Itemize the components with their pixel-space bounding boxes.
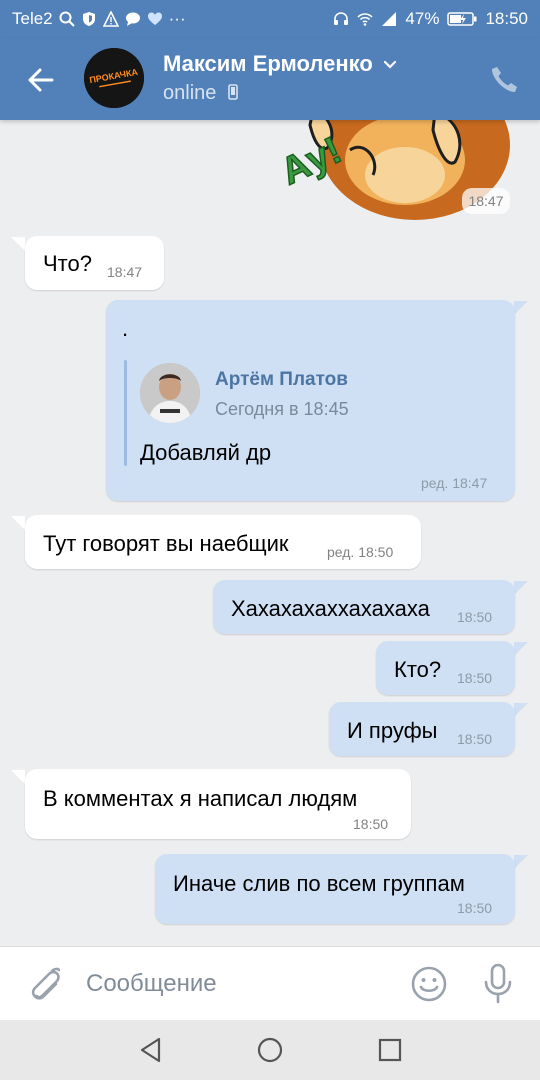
message-time: 18:50 [457,609,493,625]
message-text: Что? [43,251,92,276]
outgoing-message[interactable]: Иначе слив по всем группам 18:50 [155,854,515,924]
message-text: И пруфы [347,718,438,743]
carrier-label: Tele2 [12,9,53,28]
message-time: 18:50 [457,731,493,747]
microphone-icon[interactable] [482,963,514,1005]
warning-icon [102,11,119,27]
avatar-logo-icon: ПРОКАЧКА [84,48,144,108]
search-icon [59,11,75,27]
message-text: . [122,316,129,341]
more-icon: ··· [168,9,186,28]
message-time: ред. 18:50 [327,544,394,560]
contact-status: online [163,82,238,105]
incoming-message[interactable]: Что? 18:47 [25,236,164,290]
mobile-icon [228,84,238,100]
bubble-tail [514,703,528,717]
message-time: 18:50 [353,816,389,832]
battery-percent: 47% [405,9,440,28]
nav-home-icon[interactable] [255,1035,285,1065]
incoming-message[interactable]: В комментах я написал людям 18:50 [25,769,411,839]
message-text: Иначе слив по всем группам [173,871,465,896]
person-avatar-icon [140,363,200,423]
bubble-tail [514,642,528,656]
bubble-tail [514,301,528,315]
message-text: Тут говорят вы наебщик [43,531,289,556]
shield-icon [82,12,95,26]
wifi-icon [357,13,373,26]
battery-icon [447,12,477,26]
message-composer [0,946,540,1020]
outgoing-message[interactable]: Кто? 18:50 [376,641,515,695]
outgoing-message[interactable]: Хахахахаххахахаха 18:50 [213,580,515,634]
bubble-tail [514,581,528,595]
phone-icon[interactable] [488,64,520,96]
bubble-tail [514,855,528,869]
forwarded-text: Добавляй др [140,440,272,465]
contact-avatar[interactable]: ПРОКАЧКА [84,48,144,108]
message-text: В комментах я написал людям [43,786,358,811]
heart-icon [147,12,162,25]
sticker-time: 18:47 [462,188,510,214]
contact-name-text: Максим Ермоленко [163,51,373,76]
bubble-tail [11,770,25,784]
message-time: ред. 18:47 [421,475,488,491]
forward-quote-line [124,360,127,466]
paperclip-icon[interactable] [24,965,60,1003]
chevron-down-icon [383,61,396,69]
bubble-tail [11,516,25,530]
status-bar: Tele2 ··· 47% 18:50 [0,0,540,38]
headset-icon [334,12,349,25]
nav-back-icon[interactable] [136,1035,166,1065]
message-time: 18:47 [107,264,143,280]
message-time: 18:50 [457,670,493,686]
online-label: online [163,82,217,104]
message-time: 18:50 [457,900,493,916]
smile-icon[interactable] [410,965,448,1003]
clock: 18:50 [485,9,528,28]
message-input[interactable] [86,967,386,1001]
back-arrow-icon[interactable] [22,60,62,100]
nav-recents-icon[interactable] [375,1035,405,1065]
message-text: Кто? [394,657,442,682]
forwarded-author-name[interactable]: Артём Платов [215,369,348,391]
system-navigation-bar [0,1020,540,1080]
chat-header: ПРОКАЧКА Максим Ермоленко online [0,38,540,120]
contact-name[interactable]: Максим Ермоленко [163,51,397,77]
forwarded-date: Сегодня в 18:45 [215,399,349,419]
outgoing-message[interactable]: И пруфы 18:50 [329,702,515,756]
chat-icon [125,12,140,26]
forwarded-author-avatar[interactable] [140,363,200,423]
signal-icon [382,12,397,26]
incoming-message[interactable]: Тут говорят вы наебщик ред. 18:50 [25,515,421,569]
bubble-tail [11,237,25,251]
message-text: Хахахахаххахахаха [231,596,430,621]
